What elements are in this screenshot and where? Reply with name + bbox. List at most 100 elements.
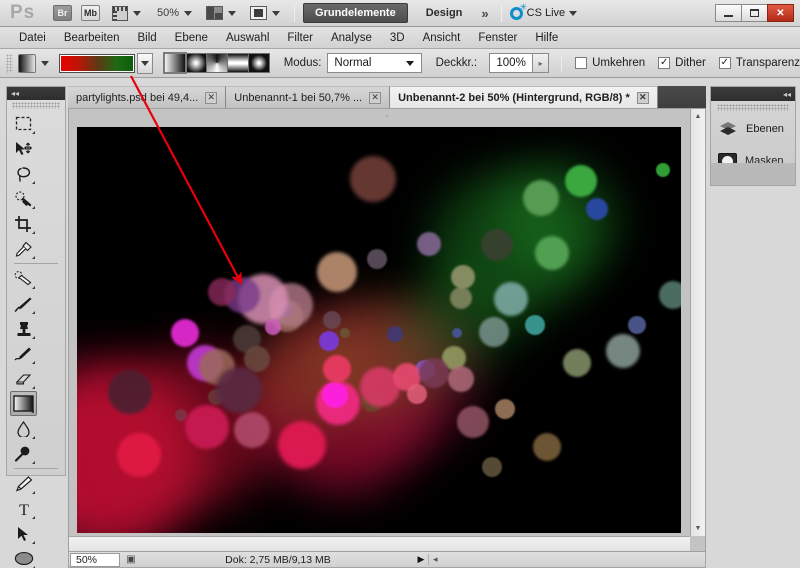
spot-healing-brush-tool[interactable] [10,266,37,291]
toolbox-drag-handle[interactable] [12,102,60,109]
opacity-input[interactable]: 100% [489,53,534,73]
gradient-presets-chevron-down-icon[interactable] [136,52,153,74]
lasso-tool[interactable] [10,161,37,186]
horizontal-scrollbar[interactable] [69,536,690,551]
history-brush-tool[interactable] [10,341,37,366]
quick-selection-tool[interactable] [10,186,37,211]
bridge-icon[interactable]: Br [53,5,72,21]
gradient-preview-swatch[interactable] [58,53,135,73]
radial-gradient-button[interactable] [184,53,207,73]
menu-ebene[interactable]: Ebene [166,30,217,46]
gradient-picker[interactable] [58,52,153,74]
menu-filter[interactable]: Filter [278,30,322,46]
status-scroll-icon[interactable]: ◂ [428,554,705,565]
transparenz-checkbox[interactable]: ✓ [718,57,731,69]
checkbox-umkehren[interactable]: Umkehren [575,57,645,69]
zoom-chevron-down-icon[interactable] [184,10,193,16]
window-controls: ✕ [715,4,794,22]
pen-tool[interactable] [10,471,37,496]
restore-button[interactable] [741,4,768,22]
options-bar-grip[interactable] [6,53,14,73]
blend-mode-chevron-down-icon[interactable] [405,60,414,66]
brush-tool[interactable] [10,291,37,316]
blend-mode-select[interactable]: Normal [327,53,422,73]
menu-hilfe[interactable]: Hilfe [526,30,567,46]
umkehren-checkbox[interactable] [575,57,588,69]
close-tab-icon[interactable]: ✕ [636,91,649,104]
document-tab-unbenannt-1[interactable]: Unbenannt-1 bei 50,7% ... ✕ [226,86,391,108]
marquee-flyout-icon[interactable] [32,131,35,134]
ellipse-shape-tool[interactable] [10,546,37,568]
menu-analyse[interactable]: Analyse [322,30,381,46]
toolbox-collapse-button[interactable]: ◂◂ [7,87,65,100]
linear-gradient-button[interactable] [162,52,187,74]
angle-gradient-button[interactable] [205,53,228,73]
view-extras-chevron-down-icon[interactable] [133,10,141,16]
menu-3d[interactable]: 3D [381,30,414,46]
mini-bridge-icon[interactable]: Mb [81,5,100,21]
minimize-button[interactable] [715,4,742,22]
menu-datei[interactable]: Datei [10,30,55,46]
layers-icon [718,120,738,138]
status-doc-info: Dok: 2,75 MB/9,13 MB [225,553,331,566]
bokeh-circle [185,405,229,449]
diamond-gradient-button[interactable] [247,53,270,73]
view-extras-icon[interactable] [112,5,128,21]
path-selection-tool[interactable] [10,521,37,546]
screen-mode-icon[interactable] [250,6,268,20]
status-preview-icon[interactable]: ▣ [120,554,142,565]
panel-drag-handle[interactable] [717,104,789,111]
menu-bild[interactable]: Bild [128,30,165,46]
scroll-up-icon[interactable]: ▲ [691,109,705,124]
dither-checkbox[interactable]: ✓ [658,57,671,69]
cs-live-menu[interactable]: CS Live [509,2,578,20]
crop-tool[interactable] [10,211,37,236]
menu-bearbeiten[interactable]: Bearbeiten [55,30,129,46]
arrange-documents-icon[interactable] [206,6,224,20]
close-tab-icon[interactable]: ✕ [369,91,382,104]
document-tab-unbenannt-2[interactable]: Unbenannt-2 bei 50% (Hintergrund, RGB/8)… [390,86,658,108]
options-divider [561,54,563,72]
bokeh-circle [417,232,441,256]
more-workspaces-icon[interactable]: » [481,6,488,21]
rectangular-marquee-tool[interactable] [10,111,37,136]
menu-fenster[interactable]: Fenster [469,30,526,46]
menu-auswahl[interactable]: Auswahl [217,30,278,46]
bokeh-circle [565,165,597,197]
horizontal-type-tool[interactable]: T [10,496,37,521]
checkbox-transparenz[interactable]: ✓ Transparenz [718,57,800,69]
workspace-tab-design[interactable]: Design [416,4,473,23]
vertical-scrollbar[interactable]: ▲ ▼ [690,109,705,536]
document-tab-partylights[interactable]: partylights.psd bei 49,4... ✕ [68,86,227,108]
dodge-tool[interactable] [10,441,37,466]
document-tab-label: partylights.psd bei 49,4... [76,91,199,104]
close-tab-icon[interactable]: ✕ [205,91,218,104]
cs-live-chevron-down-icon[interactable] [569,10,578,16]
reflected-gradient-button[interactable] [226,53,249,73]
menu-ansicht[interactable]: Ansicht [414,30,470,46]
gradient-tool[interactable] [10,391,37,416]
blur-tool[interactable] [10,416,37,441]
bokeh-circle [563,349,591,377]
eyedropper-tool[interactable] [10,236,37,261]
opacity-slider-chevron-icon[interactable]: ▸ [533,53,550,73]
arrange-chevron-down-icon[interactable] [228,10,237,16]
panel-collapse-button[interactable]: ◂◂ [711,87,795,101]
close-button[interactable]: ✕ [767,4,794,22]
move-tool[interactable] [10,136,37,161]
eraser-tool[interactable] [10,366,37,391]
tool-preset-chevron-down-icon[interactable] [40,60,49,66]
scroll-down-icon[interactable]: ▼ [691,521,705,536]
bokeh-circle [322,382,348,408]
gradient-tool-preset-icon[interactable] [18,53,36,73]
status-menu-icon[interactable]: ▶ [414,554,428,565]
bokeh-circle [216,367,262,413]
screen-mode-chevron-down-icon[interactable] [272,10,281,16]
workspace-tab-grundelemente[interactable]: Grundelemente [303,3,408,23]
checkbox-dither[interactable]: ✓ Dither [658,57,706,69]
bokeh-party-lights-canvas[interactable] [77,127,681,533]
status-zoom-input[interactable]: 50% [70,552,120,567]
panel-item-ebenen[interactable]: Ebenen [711,113,795,145]
bokeh-circle [108,370,152,414]
clone-stamp-tool[interactable] [10,316,37,341]
